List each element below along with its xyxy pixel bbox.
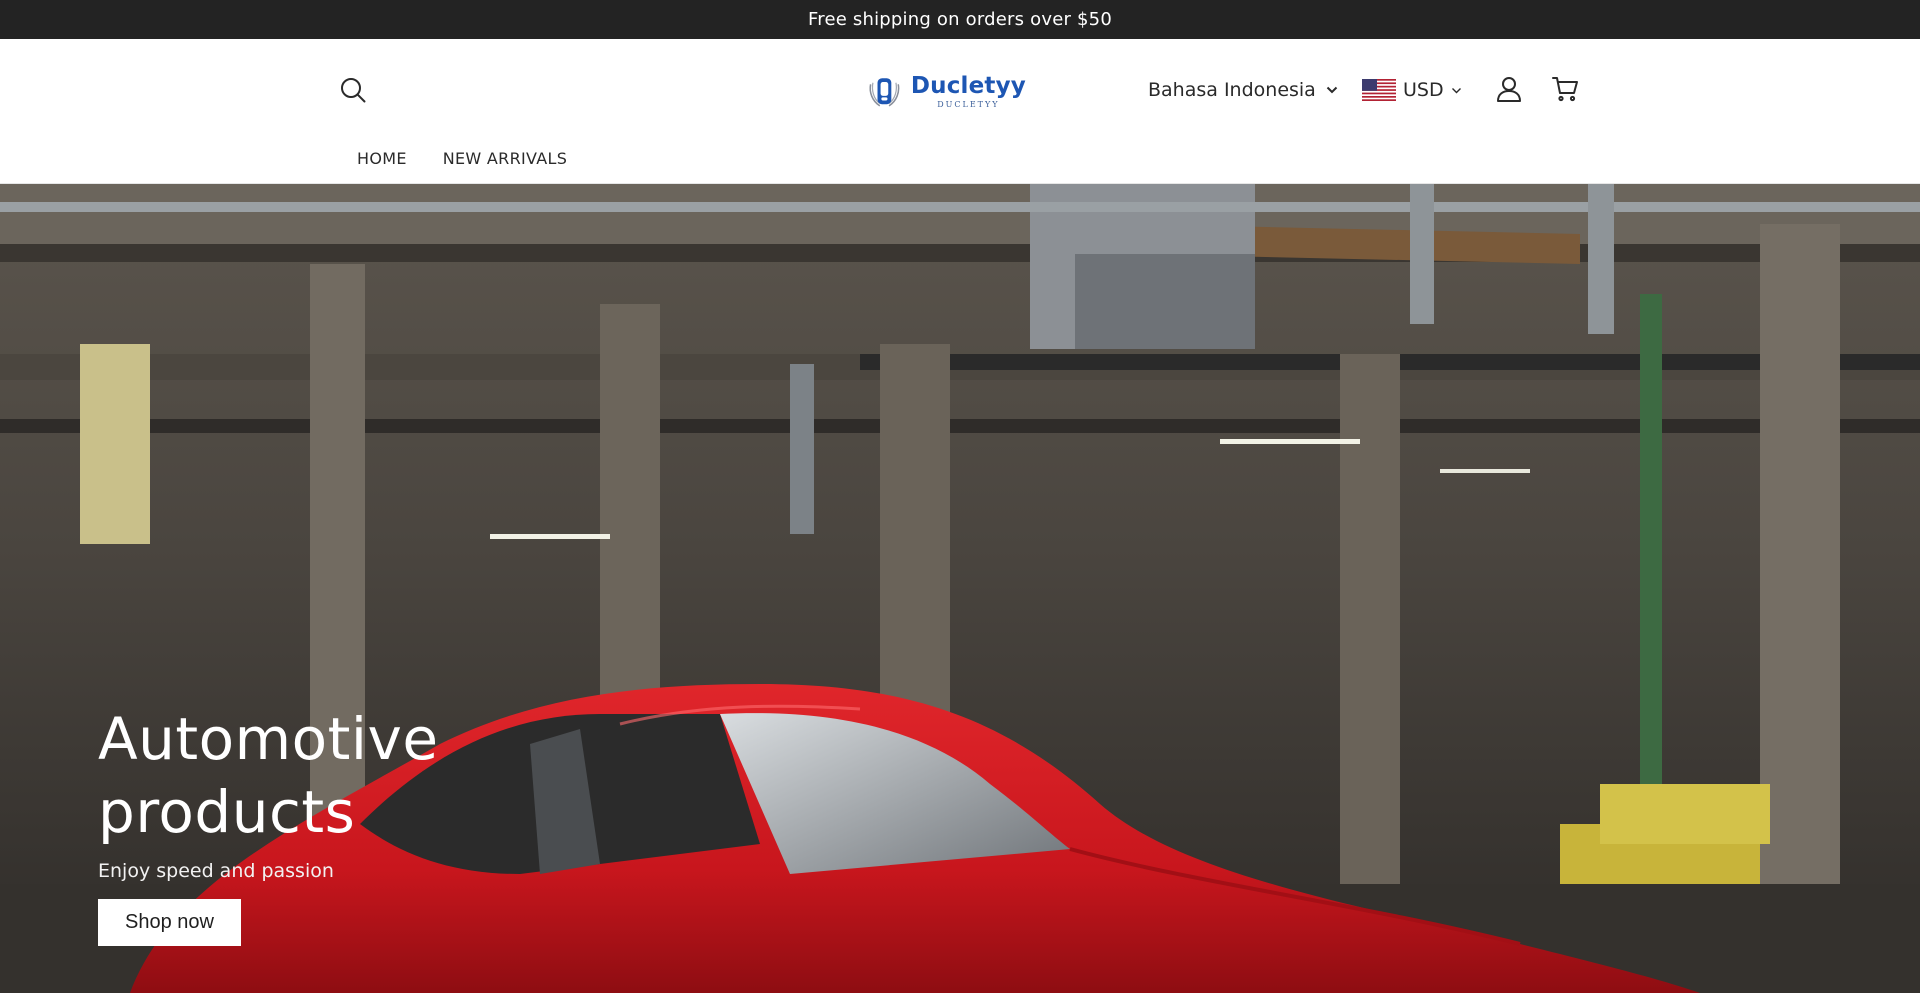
search-button[interactable] [333, 70, 373, 110]
us-flag-icon [1362, 79, 1396, 101]
account-button[interactable] [1489, 69, 1529, 109]
chevron-down-icon [1451, 87, 1461, 93]
language-selector[interactable]: Bahasa Indonesia [1148, 75, 1338, 105]
logo-title: Ducletyy [910, 73, 1026, 99]
logo-mark-icon [869, 78, 900, 107]
hero-title-line2: products [98, 778, 356, 846]
user-icon [1497, 77, 1521, 102]
chevron-down-icon [1326, 86, 1338, 94]
hero-banner: Automotive products Enjoy speed and pass… [0, 184, 1920, 993]
site-header: Ducletyy DUCLETYY Bahasa Indonesia USD H… [0, 39, 1920, 184]
nav-item-home[interactable]: HOME [357, 149, 407, 168]
shop-now-button[interactable]: Shop now [98, 899, 241, 946]
announcement-text: Free shipping on orders over $50 [808, 9, 1112, 30]
currency-selector[interactable]: USD [1362, 75, 1462, 105]
main-nav: HOME NEW ARRIVALS [357, 145, 567, 171]
search-icon [341, 78, 366, 103]
hero-title: Automotive products [98, 703, 658, 849]
logo-subtitle: DUCLETYY [937, 100, 1000, 109]
nav-item-new-arrivals[interactable]: NEW ARRIVALS [443, 149, 567, 168]
cart-button[interactable] [1545, 69, 1585, 109]
currency-label: USD [1403, 79, 1444, 101]
language-label: Bahasa Indonesia [1148, 79, 1316, 101]
hero-content: Automotive products Enjoy speed and pass… [98, 703, 658, 946]
announcement-bar: Free shipping on orders over $50 [0, 0, 1920, 39]
logo-link[interactable]: Ducletyy DUCLETYY [866, 67, 1026, 117]
hero-subtitle: Enjoy speed and passion [98, 860, 334, 882]
hero-title-line1: Automotive [98, 705, 439, 773]
cart-icon [1552, 77, 1578, 102]
